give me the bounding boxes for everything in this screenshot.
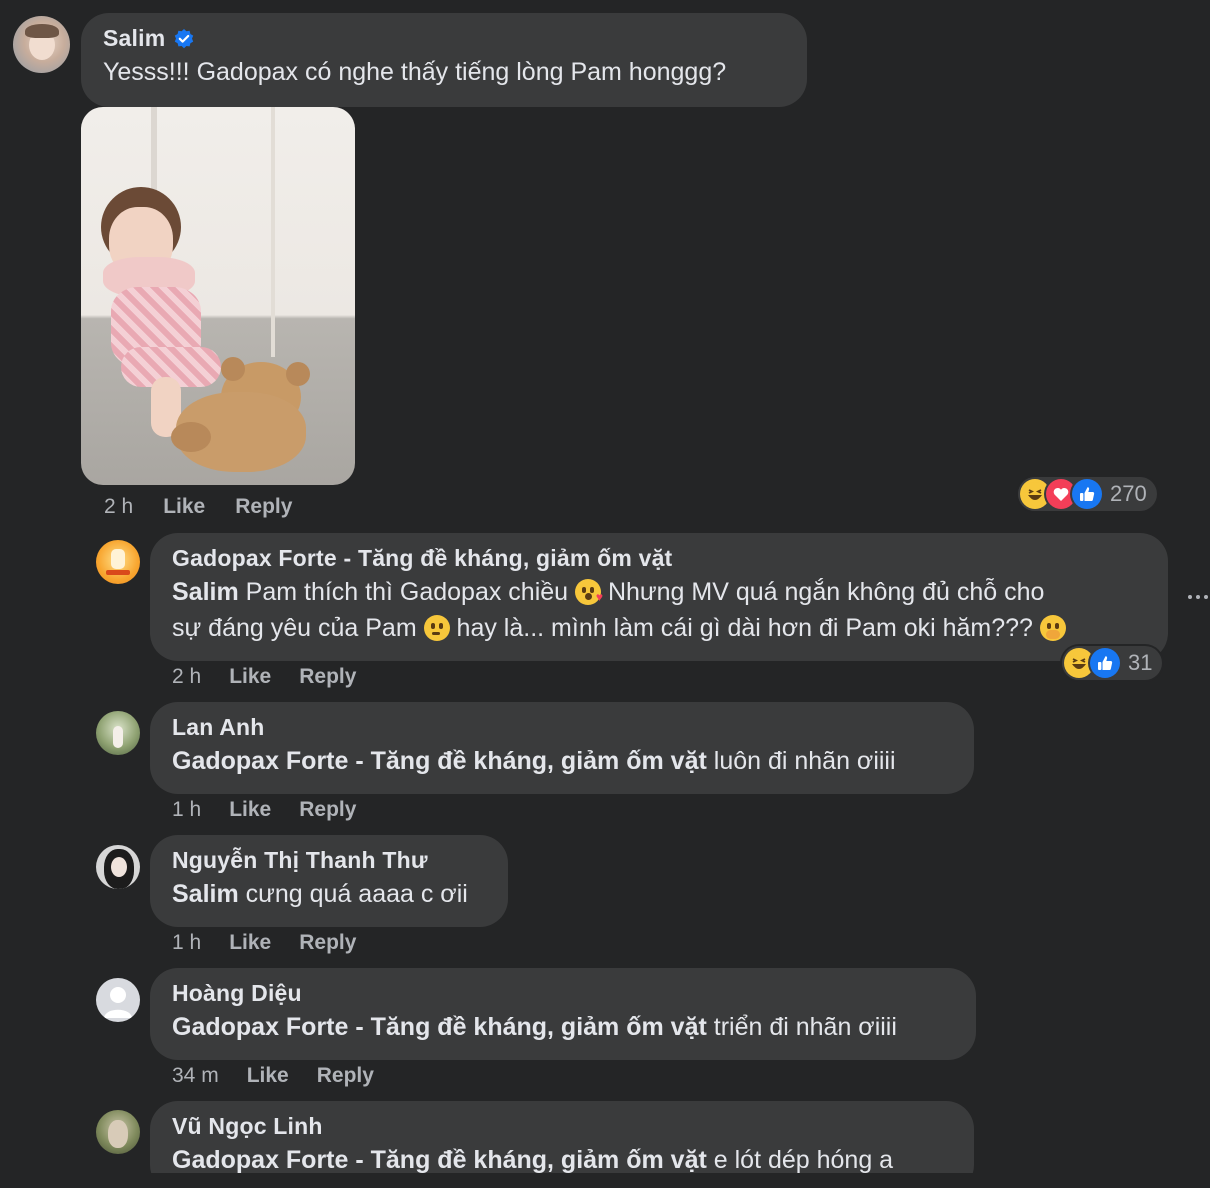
hand-over-mouth-face-icon (1039, 615, 1066, 641)
like-button[interactable]: Like (229, 798, 271, 822)
avatar-lan-anh[interactable] (96, 711, 140, 755)
reply-bubble-gadopax: Gadopax Forte - Tăng đề kháng, giảm ốm v… (150, 533, 1168, 661)
reply-meta: 2 h Like Reply (172, 665, 356, 689)
reply-text: Gadopax Forte - Tăng đề kháng, giảm ốm v… (172, 747, 896, 775)
reply-meta: 1 h Like Reply (172, 798, 356, 822)
comment-photo[interactable] (81, 107, 355, 485)
comment-time[interactable]: 2 h (104, 495, 133, 519)
reaction-summary[interactable]: 270 (1018, 477, 1157, 511)
reply-button[interactable]: Reply (299, 931, 356, 955)
reaction-count: 31 (1128, 650, 1153, 675)
mention-link[interactable]: Salim (172, 578, 239, 606)
reply-button[interactable]: Reply (299, 665, 356, 689)
reply-bubble-hoang-dieu: Hoàng Diệu Gadopax Forte - Tăng đề kháng… (150, 968, 976, 1060)
kissing-face-icon: ♥ (575, 579, 603, 605)
like-reaction-icon (1072, 479, 1102, 509)
like-reaction-icon (1090, 648, 1120, 678)
more-options-icon[interactable] (1188, 593, 1210, 601)
reply-time[interactable]: 2 h (172, 665, 201, 689)
reply-text: Gadopax Forte - Tăng đề kháng, giảm ốm v… (172, 1146, 894, 1173)
avatar-hoang-dieu[interactable] (96, 978, 140, 1022)
reply-author[interactable]: Lan Anh (172, 714, 952, 741)
reply-author[interactable]: Hoàng Diệu (172, 980, 954, 1007)
reply-text: Gadopax Forte - Tăng đề kháng, giảm ốm v… (172, 1013, 897, 1041)
avatar-thanh-thu[interactable] (96, 845, 140, 889)
reply-time[interactable]: 1 h (172, 931, 201, 955)
comment-bubble: Salim Yesss!!! Gadopax có nghe thấy tiến… (81, 13, 807, 107)
reply-clip-region: Vũ Ngọc Linh Gadopax Forte - Tăng đề khá… (150, 1101, 976, 1173)
comment-author[interactable]: Salim (103, 25, 165, 52)
reply-bubble-lan-anh: Lan Anh Gadopax Forte - Tăng đề kháng, g… (150, 702, 974, 794)
comment-meta: 2 h Like Reply (104, 495, 292, 519)
mention-link[interactable]: Gadopax Forte - Tăng đề kháng, giảm ốm v… (172, 1146, 707, 1173)
reply-author[interactable]: Gadopax Forte - Tăng đề kháng, giảm ốm v… (172, 545, 1146, 572)
avatar-salim[interactable] (13, 16, 70, 73)
mention-link[interactable]: Gadopax Forte - Tăng đề kháng, giảm ốm v… (172, 1013, 707, 1041)
like-button[interactable]: Like (229, 665, 271, 689)
reply-button[interactable]: Reply (317, 1064, 374, 1088)
reaction-summary[interactable]: 31 (1062, 646, 1163, 680)
like-button[interactable]: Like (247, 1064, 289, 1088)
like-button[interactable]: Like (163, 495, 205, 519)
verified-badge-icon (173, 28, 195, 50)
mention-link[interactable]: Gadopax Forte - Tăng đề kháng, giảm ốm v… (172, 747, 707, 775)
reply-button[interactable]: Reply (235, 495, 292, 519)
reply-text-line2: sự đáng yêu của Pam hay là... mình làm c… (172, 610, 1146, 646)
reply-text-line1: Salim Pam thích thì Gadopax chiều ♥ Nhưn… (172, 578, 1045, 606)
reply-author[interactable]: Vũ Ngọc Linh (172, 1113, 952, 1140)
reaction-count: 270 (1110, 481, 1147, 506)
reply-time[interactable]: 34 m (172, 1064, 219, 1088)
reply-author[interactable]: Nguyễn Thị Thanh Thư (172, 847, 486, 874)
thinking-face-icon (423, 615, 450, 641)
reply-time[interactable]: 1 h (172, 798, 201, 822)
reply-button[interactable]: Reply (299, 798, 356, 822)
reply-bubble-ngoc-linh: Vũ Ngọc Linh Gadopax Forte - Tăng đề khá… (150, 1101, 974, 1173)
reply-meta: 34 m Like Reply (172, 1064, 374, 1088)
mention-link[interactable]: Salim (172, 880, 239, 908)
reply-text: Salim cưng quá aaaa c ơii (172, 880, 468, 908)
comment-text: Yesss!!! Gadopax có nghe thấy tiếng lòng… (103, 58, 727, 86)
avatar-ngoc-linh[interactable] (96, 1110, 140, 1154)
reply-meta: 1 h Like Reply (172, 931, 356, 955)
reply-bubble-thanh-thu: Nguyễn Thị Thanh Thư Salim cưng quá aaaa… (150, 835, 508, 927)
avatar-gadopax[interactable] (96, 540, 140, 584)
like-button[interactable]: Like (229, 931, 271, 955)
